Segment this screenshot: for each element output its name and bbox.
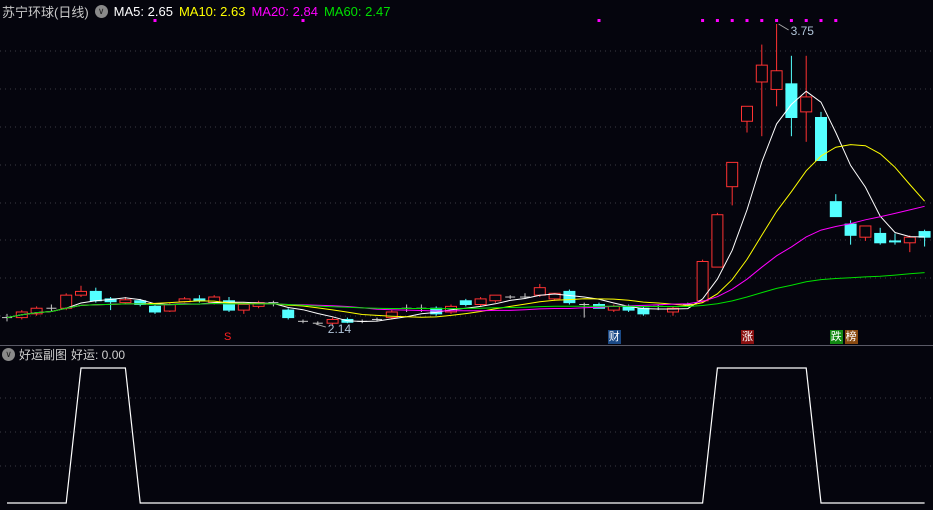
candle-body bbox=[89, 290, 102, 302]
candle-body bbox=[844, 223, 857, 236]
candle-body bbox=[149, 305, 161, 313]
signal-dot bbox=[819, 19, 823, 22]
candle-body bbox=[533, 287, 546, 296]
candle bbox=[889, 233, 901, 245]
candle-body bbox=[459, 300, 472, 306]
candle-body bbox=[60, 294, 73, 309]
sub-panel-title: 好运副图 bbox=[19, 347, 68, 362]
candle bbox=[785, 55, 798, 137]
candle-body bbox=[889, 240, 901, 243]
signal-dot bbox=[804, 19, 808, 22]
candle bbox=[298, 319, 308, 324]
signal-dot bbox=[834, 19, 838, 22]
candle-body bbox=[163, 304, 176, 312]
candle-body bbox=[741, 105, 753, 122]
candle bbox=[563, 289, 576, 305]
candle bbox=[579, 302, 590, 318]
candle bbox=[223, 297, 235, 312]
candle-body bbox=[474, 298, 487, 306]
price-chart[interactable]: 3.75 2.14 bbox=[0, 0, 933, 510]
high-price-label: 3.75 bbox=[791, 24, 815, 38]
stock-title: 苏宁环球(日线) bbox=[2, 4, 89, 20]
candle bbox=[859, 225, 872, 241]
candle bbox=[903, 235, 916, 253]
signal-dot bbox=[775, 19, 779, 22]
candle bbox=[726, 161, 739, 206]
signal-dot bbox=[730, 19, 734, 22]
ma5-line bbox=[6, 90, 925, 323]
candle bbox=[252, 300, 265, 309]
signal-dot bbox=[701, 19, 705, 22]
candle bbox=[800, 55, 813, 142]
signal-dot bbox=[789, 19, 793, 22]
candle-body bbox=[282, 309, 295, 319]
candle bbox=[149, 304, 161, 314]
candle bbox=[607, 304, 620, 312]
candle-body bbox=[903, 236, 916, 244]
candle-body bbox=[859, 225, 872, 238]
ma10-label: MA10: 2.63 bbox=[178, 3, 246, 19]
candle-body bbox=[755, 64, 768, 83]
candle bbox=[282, 308, 295, 320]
candle bbox=[741, 105, 753, 133]
candle bbox=[874, 227, 887, 245]
candle bbox=[829, 194, 842, 218]
chevron-down-icon[interactable]: ∨ bbox=[2, 347, 15, 361]
signal-tag: S bbox=[224, 331, 232, 343]
candle-body bbox=[874, 232, 887, 244]
ma10-line bbox=[6, 144, 925, 319]
ma60-label: MA60: 2.47 bbox=[323, 3, 391, 19]
candle-body bbox=[770, 70, 783, 90]
candle bbox=[459, 298, 472, 307]
sub-panel-value: 好运: 0.00 bbox=[71, 347, 126, 362]
candle bbox=[770, 24, 783, 107]
candle-body bbox=[237, 304, 250, 311]
candle-body bbox=[726, 161, 739, 188]
candle bbox=[75, 285, 87, 298]
candle-body bbox=[563, 290, 576, 304]
candle bbox=[711, 212, 724, 268]
high-arrow bbox=[778, 23, 789, 31]
chevron-down-icon[interactable]: ∨ bbox=[94, 4, 108, 18]
signal-dot bbox=[745, 19, 749, 22]
low-arrow bbox=[315, 323, 326, 328]
candle bbox=[696, 259, 709, 303]
candle bbox=[30, 306, 43, 316]
haoyun-line bbox=[7, 367, 925, 504]
candle bbox=[505, 295, 516, 299]
signal-dot bbox=[597, 19, 601, 22]
ma20-label: MA20: 2.84 bbox=[251, 3, 318, 19]
candle-body bbox=[918, 231, 931, 238]
candle bbox=[667, 306, 679, 316]
candle-body bbox=[489, 294, 502, 302]
low-price-label: 2.14 bbox=[328, 322, 352, 336]
chart-header: 苏宁环球(日线) ∨ MA5: 2.65 MA10: 2.63 MA20: 2.… bbox=[2, 2, 396, 20]
signal-dot bbox=[760, 19, 764, 22]
signal-tag: 财 bbox=[607, 330, 621, 344]
candle-body bbox=[75, 290, 87, 296]
candle-body bbox=[711, 214, 724, 268]
candle-body bbox=[800, 96, 813, 113]
signal-tag: 榜 bbox=[844, 330, 858, 344]
signal-dot bbox=[715, 19, 719, 22]
candle bbox=[918, 229, 931, 247]
signal-tag: 涨 bbox=[741, 330, 754, 344]
ma5-label: MA5: 2.65 bbox=[113, 3, 173, 19]
candle bbox=[489, 294, 502, 303]
candle-body bbox=[829, 201, 842, 218]
candle-body bbox=[696, 260, 709, 302]
sub-panel-header: ∨ 好运副图 好运: 0.00 bbox=[2, 346, 129, 362]
signal-tag: 跌 bbox=[829, 330, 843, 344]
candle-body bbox=[119, 299, 132, 304]
candle bbox=[474, 297, 487, 307]
candle bbox=[755, 44, 768, 137]
